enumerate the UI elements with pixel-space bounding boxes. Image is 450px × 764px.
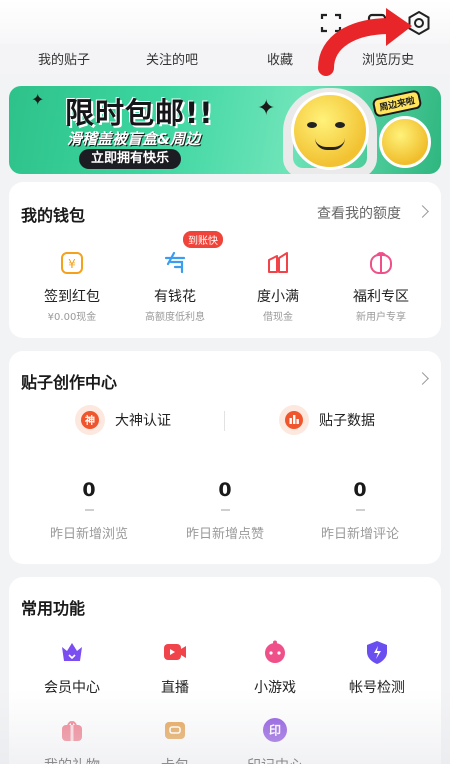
stat-label: 昨日新增点赞 <box>185 527 264 542</box>
gift-icon <box>370 252 392 274</box>
stat-dash <box>220 509 230 511</box>
red-envelope-icon: ¥ <box>61 252 83 274</box>
wallet-card: 我的钱包 查看我的额度 ¥ 签到红包 ¥0.00现金 到账快 有钱花 高额度低利… <box>9 182 441 338</box>
tab-followed-bars[interactable]: 关注的吧 <box>146 49 198 68</box>
wallet-title: 我的钱包 <box>21 206 86 225</box>
function-member-center[interactable]: 会员中心 <box>22 639 122 697</box>
banner-badge: 周边来啦 <box>371 89 423 118</box>
wallet-item-label: 签到红包 <box>44 289 100 305</box>
banner-title: 限时包邮!! <box>65 96 214 130</box>
card-icon <box>165 722 185 739</box>
tab-favorites[interactable]: 收藏 <box>267 49 293 68</box>
banner-cta-button[interactable]: 立即拥有快乐 <box>79 149 182 169</box>
red-arrow-icon <box>318 8 412 76</box>
seal-icon: 印 <box>263 718 287 742</box>
post-data-label: 贴子数据 <box>319 413 375 429</box>
tab-my-posts[interactable]: 我的贴子 <box>38 49 90 68</box>
wallet-item-label: 有钱花 <box>154 289 196 305</box>
wallet-item-sub: 高额度低利息 <box>145 312 205 323</box>
wallet-icon <box>268 252 288 273</box>
function-label: 我的礼物 <box>22 755 122 764</box>
stat-value: 0 <box>353 479 367 501</box>
common-functions-title: 常用功能 <box>21 599 86 618</box>
master-badge-icon: 神 <box>75 405 105 435</box>
wallet-item-sign-in-red-packet[interactable]: ¥ 签到红包 ¥0.00现金 <box>18 250 126 323</box>
stat-value: 0 <box>218 479 232 501</box>
svg-text:¥: ¥ <box>68 257 76 271</box>
wallet-item-sub: ¥0.00现金 <box>47 312 97 323</box>
wallet-item-youqianhua[interactable]: 有钱花 高额度低利息 <box>121 250 229 323</box>
bar-chart-icon <box>279 405 309 435</box>
gamepad-icon <box>265 640 285 663</box>
function-label: 会员中心 <box>44 680 100 696</box>
sparkle-icon: ✦ <box>31 90 45 109</box>
stat-dash <box>84 509 94 511</box>
master-verify-label: 大神认证 <box>115 413 171 429</box>
post-data-button[interactable]: 贴子数据 <box>279 405 375 435</box>
master-verify-button[interactable]: 神 大神认证 <box>75 405 171 435</box>
stat-value: 0 <box>82 479 96 501</box>
function-label: 卡包 <box>125 755 225 764</box>
stat-new-likes[interactable]: 0 昨日新增点赞 <box>160 479 290 542</box>
view-quota-link[interactable]: 查看我的额度 <box>317 203 401 223</box>
stat-dash <box>355 509 365 511</box>
wallet-item-welfare-zone[interactable]: 福利专区 新用户专享 <box>327 250 435 323</box>
divider <box>224 411 225 431</box>
chevron-right-icon[interactable] <box>416 372 429 385</box>
function-mini-games[interactable]: 小游戏 <box>225 639 325 697</box>
stat-new-views[interactable]: 0 昨日新增浏览 <box>24 479 154 542</box>
stat-label: 昨日新增评论 <box>320 527 399 542</box>
function-label: 帐号检测 <box>349 680 405 696</box>
chevron-right-icon[interactable] <box>416 205 429 218</box>
seal-char: 印 <box>269 724 281 738</box>
function-card-pack[interactable]: 卡包 <box>125 717 225 764</box>
function-seal-center[interactable]: 印 印记中心 <box>225 717 325 764</box>
function-my-gifts[interactable]: 我的礼物 <box>22 717 122 764</box>
video-icon <box>164 644 186 660</box>
function-label: 小游戏 <box>254 680 296 696</box>
wallet-item-duxiaoman[interactable]: 度小满 借现金 <box>224 250 332 323</box>
common-functions-card: 常用功能 会员中心 直播 小游戏 帐号检测 印 <box>9 577 441 764</box>
master-badge-char: 神 <box>85 414 95 427</box>
creator-center-card: 贴子创作中心 神 大神认证 贴子数据 0 昨日新增浏览 0 昨日新增点赞 0 昨… <box>9 351 441 564</box>
crown-icon <box>62 643 82 661</box>
function-account-check[interactable]: 帐号检测 <box>327 639 427 697</box>
mascot-eye <box>307 122 317 128</box>
wallet-item-label: 度小满 <box>257 289 299 305</box>
mascot-face-icon <box>291 92 369 170</box>
stat-label: 昨日新增浏览 <box>49 527 128 542</box>
creator-center-title: 贴子创作中心 <box>21 373 118 392</box>
banner-subtitle: 滑稽盖被盲盒&周边 <box>67 130 201 148</box>
shield-icon <box>367 641 387 664</box>
mascot-eye <box>335 122 345 128</box>
function-label: 印记中心 <box>225 755 325 764</box>
gift-box-icon <box>62 721 82 741</box>
promo-banner[interactable]: ✦ ✦ 限时包邮!! 滑稽盖被盲盒&周边 立即拥有快乐 周边来啦 <box>9 86 441 174</box>
function-live[interactable]: 直播 <box>125 639 225 697</box>
mascot-small-face-icon <box>379 116 431 168</box>
stat-new-comments[interactable]: 0 昨日新增评论 <box>295 479 425 542</box>
function-label: 直播 <box>161 680 189 696</box>
sparkle-icon: ✦ <box>257 96 276 121</box>
wallet-item-sub: 新用户专享 <box>356 312 406 323</box>
wallet-item-sub: 借现金 <box>263 312 293 323</box>
fast-arrival-badge: 到账快 <box>183 231 223 248</box>
money-icon <box>164 251 186 274</box>
wallet-item-label: 福利专区 <box>353 289 409 305</box>
